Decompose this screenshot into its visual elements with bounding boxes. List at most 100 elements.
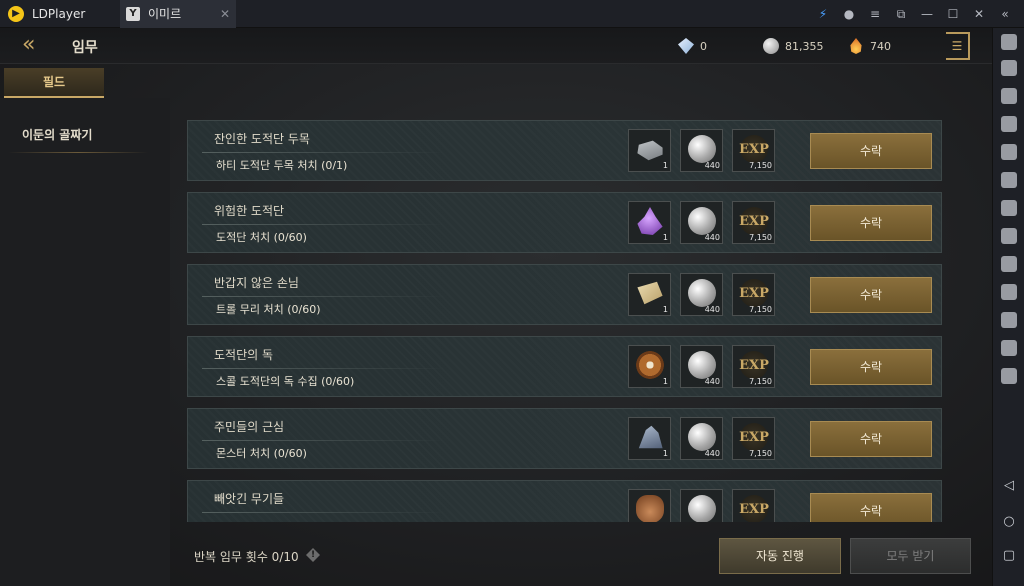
accept-button[interactable]: 수락 <box>810 421 932 457</box>
sync-icon[interactable] <box>1001 312 1017 328</box>
divider <box>202 152 447 153</box>
quest-objective: 트롤 무리 처치 (0/60) <box>216 303 321 316</box>
reward-slot[interactable]: 440 <box>680 129 723 172</box>
accept-button[interactable]: 수락 <box>810 493 932 522</box>
quest-objective: 몬스터 처치 (0/60) <box>216 447 307 460</box>
reward-quantity: 440 <box>704 377 720 386</box>
minimize-icon[interactable]: — <box>914 7 940 21</box>
collapse-sidebar-icon[interactable]: « <box>992 7 1018 21</box>
cut-icon[interactable] <box>1001 256 1017 272</box>
maximize-icon[interactable]: ☐ <box>940 7 966 21</box>
silver-coin-icon <box>688 207 716 235</box>
accept-button[interactable]: 수락 <box>810 277 932 313</box>
game-screen: « 임무 0 81,355 740 ☰ 필드 이둔의 골짜기 잔인한 도적단 두… <box>0 28 992 586</box>
quest-objective: 하티 도적단 두목 처치 (0/1) <box>216 159 348 172</box>
reward-slot[interactable]: 1 <box>628 345 671 388</box>
quest-title: 위험한 도적단 <box>214 204 285 218</box>
volume-down-icon[interactable] <box>1001 116 1017 132</box>
reward-slot[interactable] <box>680 489 723 522</box>
quest-title: 주민들의 근심 <box>214 420 285 434</box>
reward-quantity: 1 <box>662 233 668 242</box>
app-name: LDPlayer <box>32 6 86 21</box>
currency-value: 0 <box>700 39 707 53</box>
recents-nav-icon[interactable]: ▢ <box>993 548 1024 563</box>
exp-icon: EXP <box>739 423 769 451</box>
reward-slot[interactable]: EXP 7,150 <box>732 201 775 244</box>
reward-quantity: 7,150 <box>749 233 772 242</box>
volume-up-icon[interactable] <box>1001 88 1017 104</box>
quest-card: 잔인한 도적단 두목 하티 도적단 두목 처치 (0/1) 1 440 EXP 7,150… <box>187 120 942 181</box>
bolt-icon[interactable]: ⚡ <box>810 7 836 21</box>
info-icon[interactable]: ! <box>306 548 320 562</box>
back-nav-icon[interactable]: ◁ <box>993 478 1024 493</box>
restore-icon[interactable]: ⧉ <box>888 7 914 22</box>
screenshot-icon[interactable] <box>1001 144 1017 160</box>
reward-slot[interactable]: 440 <box>680 273 723 316</box>
reward-slot[interactable]: 1 <box>628 129 671 172</box>
menu-icon[interactable]: ≡ <box>862 7 888 21</box>
reward-quantity: 1 <box>662 305 668 314</box>
tab-field[interactable]: 필드 <box>4 68 104 98</box>
more-icon[interactable] <box>1001 368 1017 384</box>
auto-progress-button[interactable]: 자동 진행 <box>719 538 841 574</box>
quest-title: 반갑지 않은 손님 <box>214 276 299 290</box>
reward-slot[interactable]: 1 <box>628 417 671 460</box>
keyboard-icon[interactable] <box>1001 60 1017 76</box>
divider <box>202 368 447 369</box>
close-window-icon[interactable]: ✕ <box>966 7 992 21</box>
accept-button[interactable]: 수락 <box>810 133 932 169</box>
close-icon[interactable]: ✕ <box>220 7 230 21</box>
home-nav-icon[interactable]: ○ <box>993 514 1024 529</box>
tab-game[interactable]: Y 이미르 ✕ <box>120 0 236 28</box>
silver-coin-icon <box>688 423 716 451</box>
game-topbar: « 임무 0 81,355 740 ☰ <box>0 28 992 64</box>
reward-slot[interactable]: EXP <box>732 489 775 522</box>
quest-card: 위험한 도적단 도적단 처치 (0/60) 1 440 EXP 7,150 수락 <box>187 192 942 253</box>
currency-silver: 81,355 <box>763 38 824 54</box>
area-item[interactable]: 이둔의 골짜기 <box>22 126 92 143</box>
window-controls: ⚡ ● ≡ ⧉ — ☐ ✕ « <box>810 0 1018 28</box>
reward-slot[interactable]: 440 <box>680 201 723 244</box>
quest-card: 도적단의 독 스콜 도적단의 독 수집 (0/60) 1 440 EXP 7,150 수락 <box>187 336 942 397</box>
multi-instance-icon[interactable] <box>1001 200 1017 216</box>
reward-slot[interactable] <box>628 489 671 522</box>
divider <box>202 224 447 225</box>
accept-button[interactable]: 수락 <box>810 349 932 385</box>
quest-objective: 도적단 처치 (0/60) <box>216 231 307 244</box>
scroll-icon <box>637 281 663 305</box>
reward-quantity: 1 <box>662 449 668 458</box>
silver-coin-icon <box>688 351 716 379</box>
exp-icon: EXP <box>739 207 769 235</box>
rotate-icon[interactable] <box>1001 340 1017 356</box>
reward-slot[interactable]: 1 <box>628 273 671 316</box>
reward-slot[interactable]: 1 <box>628 201 671 244</box>
quest-title: 빼앗긴 무기들 <box>214 492 285 506</box>
back-chevron-icon[interactable]: « <box>22 34 48 58</box>
settings-icon[interactable] <box>1001 34 1017 50</box>
ldplayer-logo-icon: ▶ <box>8 5 24 22</box>
accept-button[interactable]: 수락 <box>810 205 932 241</box>
reward-slot[interactable]: EXP 7,150 <box>732 417 775 460</box>
reward-slot[interactable]: EXP 7,150 <box>732 273 775 316</box>
quest-card: 반갑지 않은 손님트롤 무리 처치 (0/60) 1 440 EXP 7,150 수락 <box>187 264 942 325</box>
apk-install-icon[interactable] <box>1001 172 1017 188</box>
area-list: 이둔의 골짜기 <box>0 98 170 586</box>
quest-card: 빼앗긴 무기들 EXP 수락 <box>187 480 942 522</box>
reward-quantity: 440 <box>704 305 720 314</box>
reward-quantity: 7,150 <box>749 377 772 386</box>
quest-list[interactable]: 잔인한 도적단 두목 하티 도적단 두목 처치 (0/1) 1 440 EXP 7,150… <box>187 120 943 522</box>
silver-coin-icon <box>688 279 716 307</box>
repeat-count: 반복 임무 횟수 0/10 <box>194 550 299 564</box>
reward-slot[interactable]: 440 <box>680 417 723 460</box>
macro-icon[interactable] <box>1001 228 1017 244</box>
purple-crystal-icon <box>637 207 663 235</box>
reward-slot[interactable]: EXP 7,150 <box>732 129 775 172</box>
reward-quantity: 7,150 <box>749 305 772 314</box>
reward-slot[interactable]: EXP 7,150 <box>732 345 775 388</box>
record-icon[interactable] <box>1001 284 1017 300</box>
reward-slot[interactable]: 440 <box>680 345 723 388</box>
account-icon[interactable]: ● <box>836 7 862 21</box>
receive-all-button[interactable]: 모두 받기 <box>850 538 971 574</box>
quest-title: 도적단의 독 <box>214 348 274 362</box>
main-menu-button[interactable]: ☰ <box>946 32 970 60</box>
